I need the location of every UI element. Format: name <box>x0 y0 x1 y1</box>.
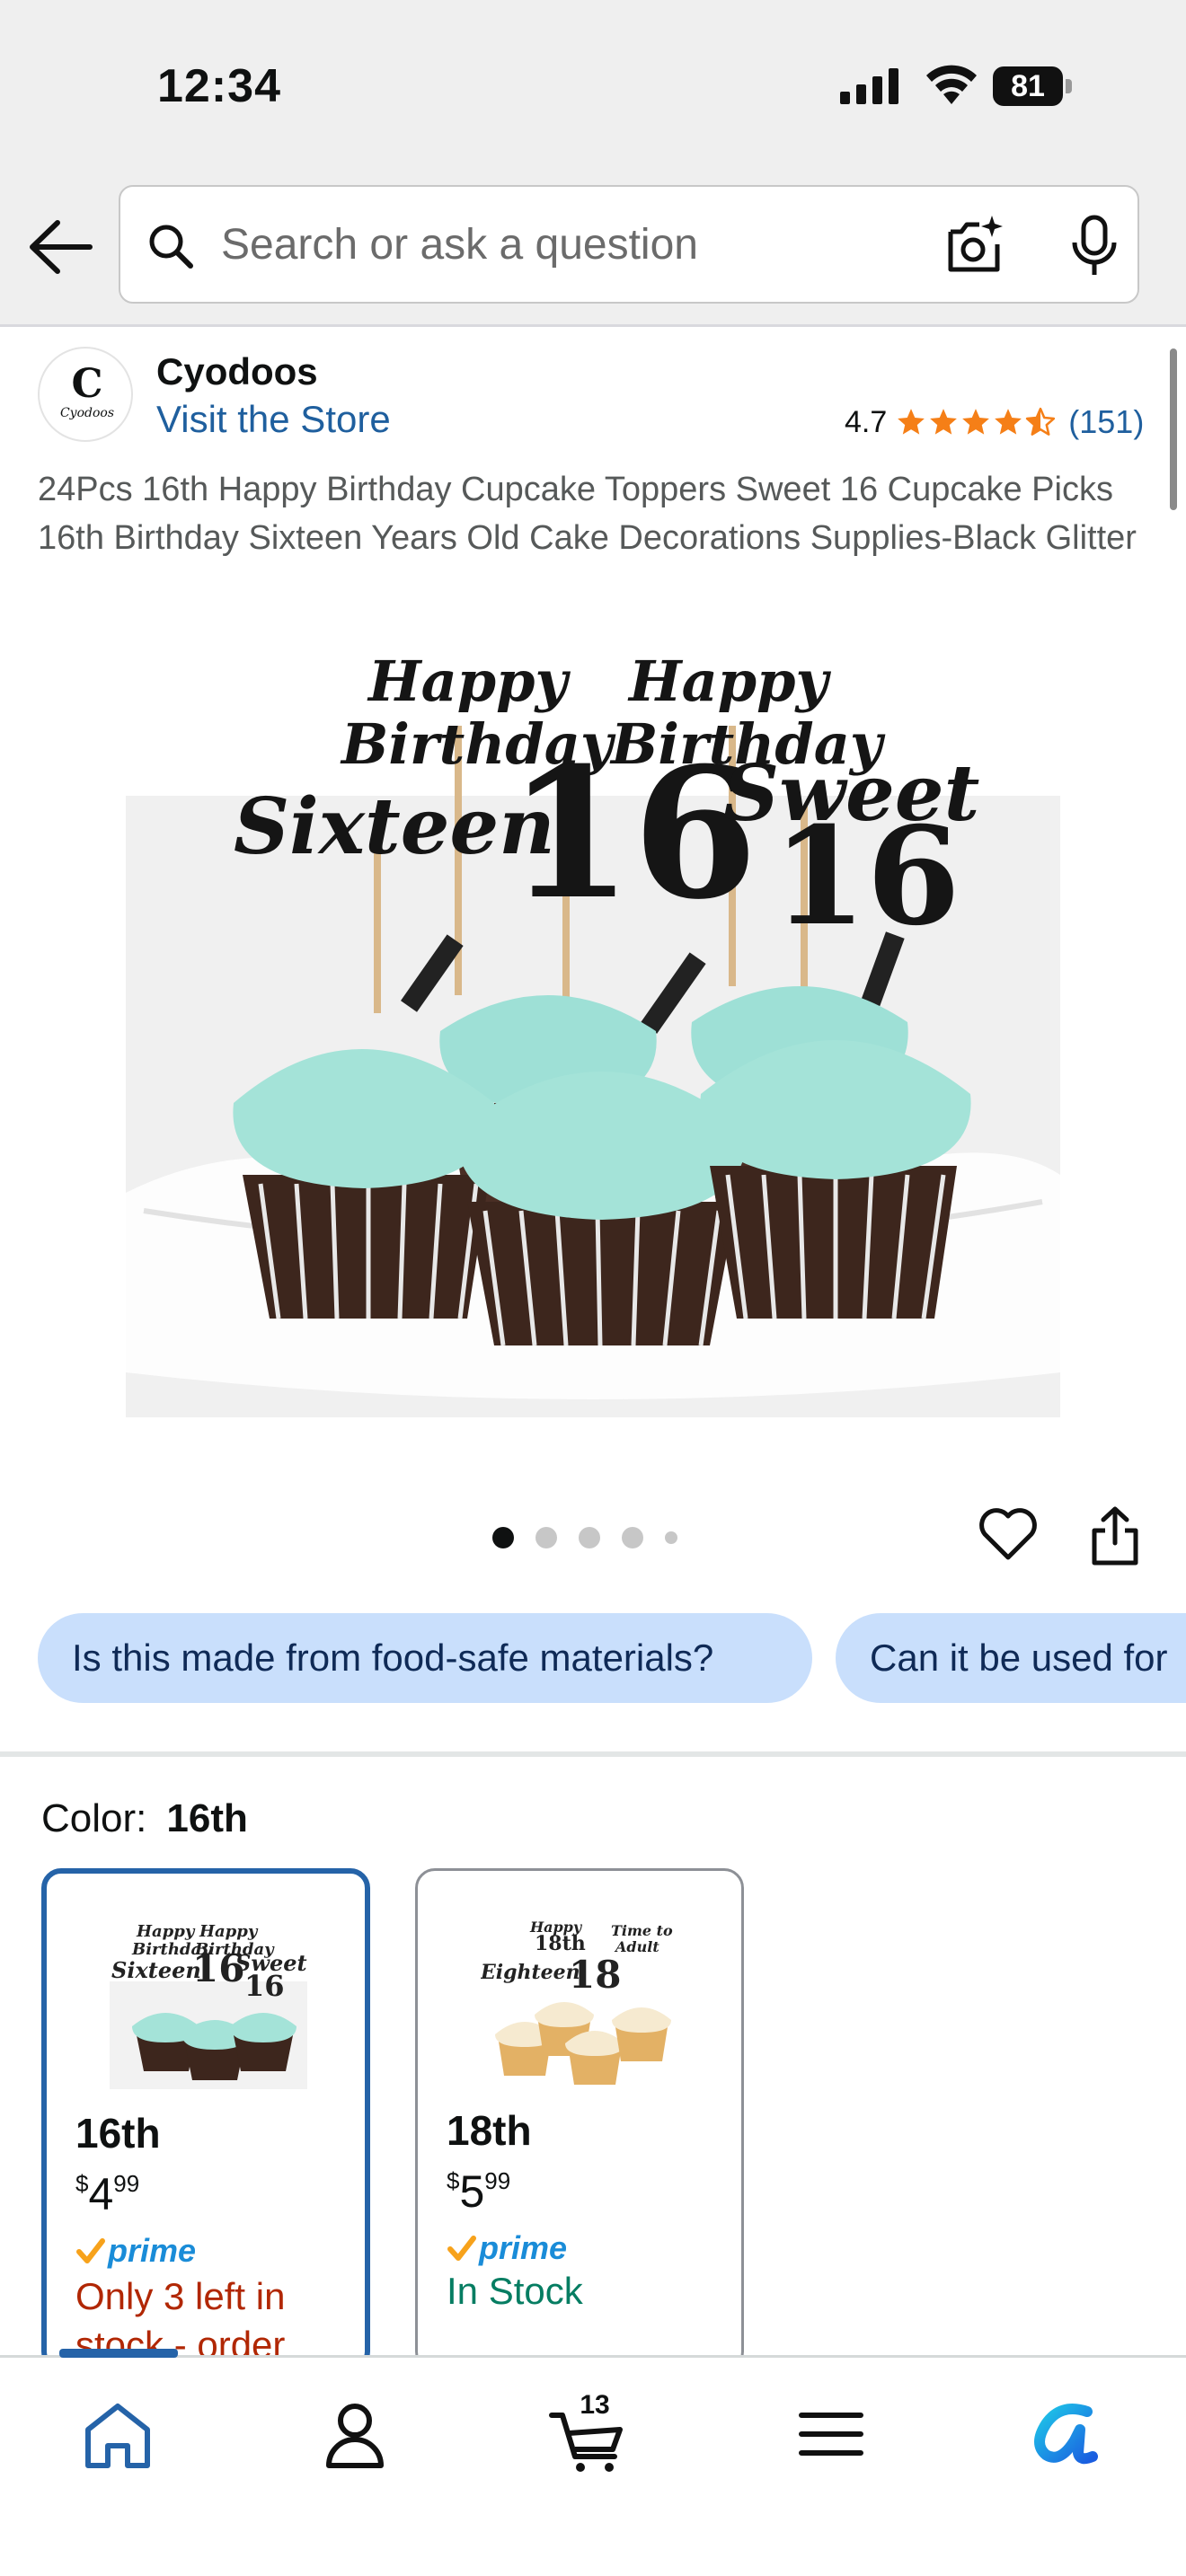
color-option-18th[interactable]: Happy 18th Time to Adult Eighteen 18 18t… <box>415 1868 744 2371</box>
nav-active-indicator <box>59 2349 178 2358</box>
question-chip[interactable]: Is this made from food-safe materials? <box>38 1613 812 1703</box>
image-pager-dots[interactable] <box>492 1525 677 1550</box>
cart-count: 13 <box>580 2390 610 2420</box>
product-image[interactable]: Happy Birthday Happy Birthday Sixteen 16… <box>126 636 1060 1417</box>
rating-value: 4.7 <box>845 404 888 439</box>
color-selected-value: 16th <box>166 1796 248 1840</box>
svg-text:18: 18 <box>569 1953 621 1997</box>
star-full-icon <box>930 409 958 435</box>
bottom-navigation: 13 <box>0 2349 1186 2576</box>
status-time: 12:34 <box>157 60 281 112</box>
battery-icon: 81 <box>993 66 1072 106</box>
cellular-signal-icon <box>840 68 898 104</box>
star-full-icon <box>898 409 925 435</box>
option-thumbnail: Happy 18th Time to Adult Eighteen 18 <box>481 1919 673 2085</box>
rating-count-link[interactable]: (151) <box>1068 403 1144 441</box>
pager-dot-3[interactable] <box>579 1527 600 1548</box>
share-icon[interactable] <box>1091 1505 1139 1566</box>
star-full-icon <box>995 409 1022 435</box>
color-selection-label: Color: 16th <box>41 1796 248 1841</box>
stock-status: In Stock <box>447 2270 583 2312</box>
price-symbol: $ <box>75 2170 89 2197</box>
pager-dot-2[interactable] <box>535 1527 557 1548</box>
option-price: $499 <box>75 2168 139 2220</box>
rating-summary[interactable]: 4.7 (151) <box>845 402 1144 442</box>
heart-icon[interactable] <box>978 1505 1039 1563</box>
battery-level: 81 <box>993 66 1063 106</box>
star-rating <box>896 407 1056 437</box>
star-half-icon <box>1026 407 1056 436</box>
battery-cap <box>1066 79 1072 93</box>
account-icon[interactable] <box>314 2394 395 2475</box>
prime-label: prime <box>479 2229 568 2266</box>
option-name: 18th <box>447 2107 532 2154</box>
suggested-questions: Is this made from food-safe materials? C… <box>38 1613 1186 1703</box>
svg-text:Time to: Time to <box>611 1922 673 1939</box>
prime-badge: prime <box>75 2232 197 2269</box>
option-thumbnail: Happy Happy Birthday Birthday Sixteen 16… <box>110 1922 307 2089</box>
svg-text:Happy: Happy <box>367 648 571 714</box>
svg-text:Eighteen: Eighteen <box>481 1961 580 1984</box>
store-logo-text: Cyodoos <box>59 406 115 420</box>
visit-store-link[interactable]: Visit the Store <box>156 398 391 441</box>
svg-text:Happy: Happy <box>136 1922 196 1941</box>
store-name: Cyodoos <box>156 350 318 393</box>
prime-check-icon <box>447 2236 476 2261</box>
search-icon <box>149 225 193 269</box>
price-cents: 99 <box>113 2170 140 2197</box>
prime-label: prime <box>108 2232 197 2269</box>
back-arrow-icon[interactable] <box>25 217 93 277</box>
pager-dot-4[interactable] <box>622 1527 643 1548</box>
home-icon[interactable] <box>77 2394 158 2475</box>
color-option-16th[interactable]: Happy Happy Birthday Birthday Sixteen 16… <box>41 1868 370 2371</box>
scrollbar-thumb[interactable] <box>1170 348 1177 510</box>
option-price: $599 <box>447 2166 510 2218</box>
cart-button[interactable]: 13 <box>548 2390 629 2475</box>
rufus-icon[interactable] <box>1024 2394 1105 2475</box>
microphone-icon[interactable] <box>1069 214 1120 278</box>
store-logo-letter: C <box>71 361 103 407</box>
top-chrome: 12:34 81 <box>0 0 1186 327</box>
search-input[interactable] <box>221 187 922 302</box>
svg-text:Happy: Happy <box>627 648 831 714</box>
product-title: 24Pcs 16th Happy Birthday Cupcake Topper… <box>38 471 1137 557</box>
option-name: 16th <box>75 2110 161 2157</box>
color-label-text: Color: <box>41 1796 147 1840</box>
question-chip[interactable]: Can it be used for <box>836 1613 1186 1703</box>
svg-text:Happy: Happy <box>199 1922 259 1941</box>
svg-text:16: 16 <box>508 728 757 940</box>
star-full-icon <box>962 409 990 435</box>
prime-check-icon <box>76 2238 105 2263</box>
prime-badge: prime <box>447 2229 568 2266</box>
camera-lens-icon[interactable] <box>943 214 1006 277</box>
section-divider <box>0 1751 1186 1757</box>
search-bar[interactable] <box>119 185 1139 304</box>
pager-dot-1[interactable] <box>492 1527 514 1548</box>
price-cents: 99 <box>484 2167 511 2194</box>
status-bar: 12:34 81 <box>0 0 1186 171</box>
svg-text:16: 16 <box>244 1969 285 2003</box>
store-logo[interactable]: C Cyodoos <box>38 347 133 442</box>
svg-text:16: 16 <box>773 798 960 956</box>
price-whole: 4 <box>88 2169 114 2219</box>
price-whole: 5 <box>459 2166 485 2217</box>
menu-icon[interactable] <box>791 2394 872 2475</box>
wifi-icon <box>926 65 977 104</box>
pager-dot-5[interactable] <box>665 1531 677 1544</box>
price-symbol: $ <box>447 2167 460 2194</box>
svg-text:Sixteen: Sixteen <box>111 1957 201 1983</box>
